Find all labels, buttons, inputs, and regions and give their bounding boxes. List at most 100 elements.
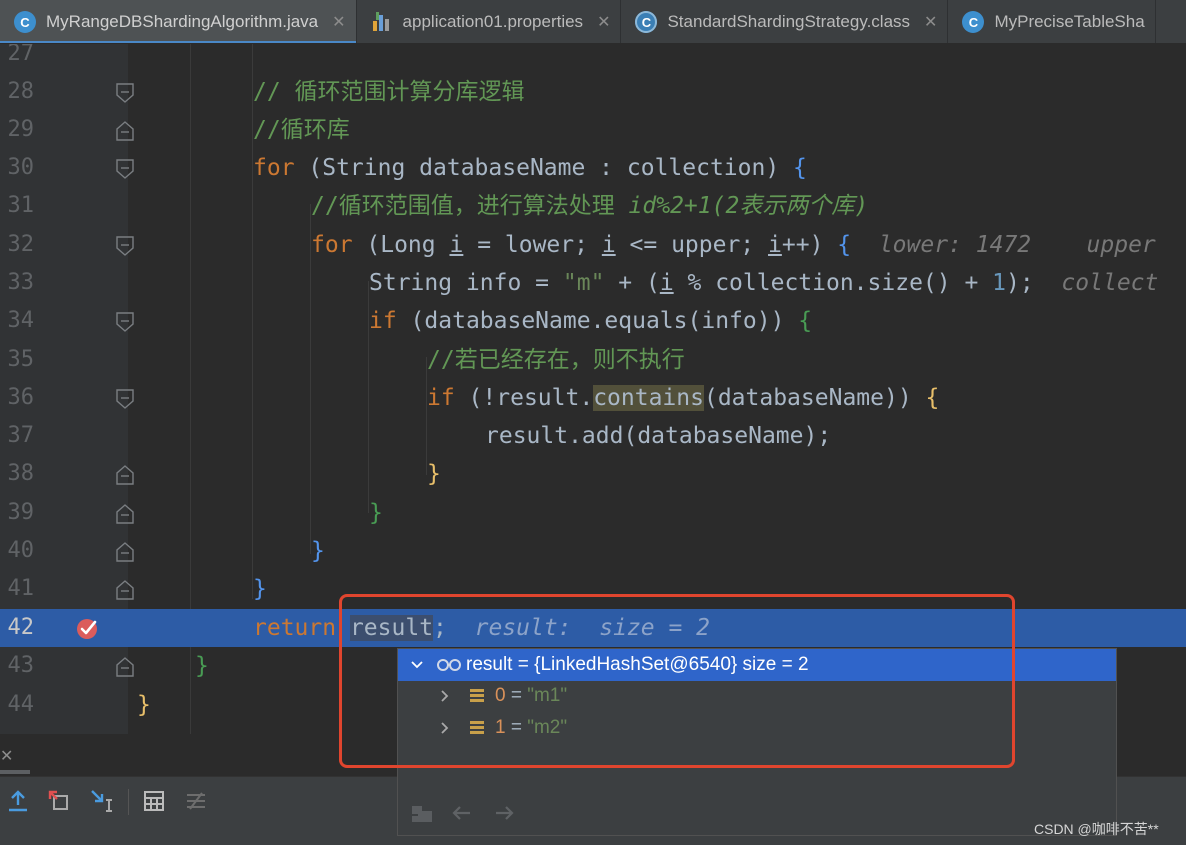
collection-entry: 1 = "m2" (495, 712, 567, 744)
code-editor[interactable]: 27 28 // 循环范围计算分库逻辑 29 //循环库 30 for (Str… (0, 44, 1186, 734)
keyword: for (253, 155, 295, 181)
fold-close-icon[interactable] (116, 121, 134, 141)
line-number: 39 (7, 500, 35, 525)
line-number: 41 (7, 576, 35, 601)
tab-label: MyPreciseTableSha (994, 12, 1145, 31)
fold-open-icon[interactable] (116, 159, 134, 179)
keyword: if (369, 308, 397, 334)
brace: { (925, 385, 940, 411)
entry-index: 1 (495, 717, 506, 738)
line-number: 28 (7, 79, 35, 104)
selected-variable[interactable]: result (349, 615, 434, 641)
close-icon[interactable]: ✕ (924, 12, 937, 32)
brace: } (253, 576, 267, 602)
code-text: (!result. (454, 385, 594, 411)
close-icon[interactable]: ✕ (332, 12, 345, 32)
code-text: + ( (604, 270, 660, 296)
tree-node-item[interactable]: 1 = "m2" (398, 712, 1116, 744)
line-number: 31 (7, 193, 35, 218)
variable-value: {LinkedHashSet@6540} (534, 654, 738, 675)
code-line: 37 result.add(databaseName); (0, 417, 1186, 455)
entry-value: "m2" (527, 717, 568, 738)
code-line: 28 // 循环范围计算分库逻辑 (0, 73, 1186, 111)
equals-sign: = (505, 685, 528, 706)
close-panel-icon[interactable]: ✕ (0, 746, 16, 766)
tab-my-precise-table-sharding[interactable]: C MyPreciseTableSha (948, 0, 1156, 43)
highlighted-method: contains (593, 385, 704, 411)
forward-arrow-icon[interactable] (492, 801, 516, 829)
breakpoint-hit-icon[interactable] (76, 616, 100, 640)
fold-open-icon[interactable] (116, 83, 134, 103)
loop-variable: i (768, 232, 782, 258)
evaluate-expression-icon[interactable] (138, 785, 170, 817)
code-line: 31 //循环范围值，进行算法处理 id%2+1(2表示两个库) (0, 187, 1186, 225)
fold-open-icon[interactable] (116, 236, 134, 256)
code-line: 27 (0, 44, 1186, 73)
fold-close-icon[interactable] (116, 465, 134, 485)
step-out-icon[interactable] (2, 785, 34, 817)
code-text: (String databaseName : collection) (294, 155, 794, 181)
fold-open-icon[interactable] (116, 312, 134, 332)
fold-close-icon[interactable] (116, 542, 134, 562)
line-number: 44 (7, 692, 35, 717)
class-file-icon: C (962, 11, 985, 33)
brace: { (837, 232, 852, 258)
line-number: 42 (7, 615, 35, 640)
variable-size: size = 2 (737, 654, 809, 675)
loop-variable: i (659, 270, 674, 296)
fold-close-icon[interactable] (116, 504, 134, 524)
equals-sign: = (505, 717, 528, 738)
fold-close-icon[interactable] (116, 657, 134, 677)
line-number: 43 (7, 653, 35, 678)
code-line: 33 String info = "m" + (i % collection.s… (0, 264, 1186, 302)
code-line: 39 } (0, 494, 1186, 532)
code-line: 29 //循环库 (0, 111, 1186, 149)
panel-resize-handle[interactable] (0, 770, 30, 774)
close-icon[interactable]: ✕ (597, 12, 610, 32)
code-text: ; (433, 615, 447, 641)
brace: } (195, 653, 209, 679)
tree-node-result[interactable]: result = {LinkedHashSet@6540} size = 2 (398, 649, 1116, 681)
keyword: if (427, 385, 455, 411)
tab-standard-sharding-strategy[interactable]: C StandardShardingStrategy.class ✕ (621, 0, 949, 43)
code-line: 38 } (0, 455, 1186, 493)
brace: } (427, 461, 441, 487)
tab-my-range-db-sharding-algorithm[interactable]: C MyRangeDBShardingAlgorithm.java ✕ (0, 0, 357, 43)
code-comment: //循环库 (253, 117, 350, 143)
code-text: (Long (352, 232, 450, 258)
entry-value: "m1" (527, 685, 568, 706)
drop-frame-icon[interactable] (44, 785, 76, 817)
code-text: <= upper; (615, 232, 769, 258)
execution-line: 42 return result; result: size = 2 (0, 609, 1186, 647)
fold-open-icon[interactable] (116, 389, 134, 409)
run-to-cursor-icon[interactable] (86, 785, 118, 817)
entry-index: 0 (495, 685, 506, 706)
variable-name: result (466, 654, 513, 675)
inline-debug-value: result: size = 2 (446, 615, 711, 641)
line-number: 40 (7, 538, 35, 563)
code-line: 40 } (0, 532, 1186, 570)
code-line: 30 for (String databaseName : collection… (0, 149, 1186, 187)
code-comment: id%2+1(2表示两个库) (628, 193, 869, 219)
back-arrow-icon[interactable] (450, 801, 474, 829)
code-comment: //循环范围值，进行算法处理 (311, 193, 629, 219)
debug-value-popup: result = {LinkedHashSet@6540} size = 2 0… (397, 648, 1117, 836)
trace-stream-icon[interactable] (180, 785, 212, 817)
fold-close-icon[interactable] (116, 580, 134, 600)
tab-label: MyRangeDBShardingAlgorithm.java (46, 12, 319, 31)
code-text: String info = (369, 270, 563, 296)
code-text: ); (1006, 270, 1034, 296)
loop-variable: i (449, 232, 464, 258)
chevron-right-icon[interactable] (438, 712, 454, 755)
line-number: 35 (7, 347, 35, 372)
code-comment: // 循环范围计算分库逻辑 (253, 79, 525, 105)
code-line: 34 if (databaseName.equals(info)) { (0, 302, 1186, 340)
string-literal: "m" (562, 270, 605, 296)
tab-application01-properties[interactable]: application01.properties ✕ (357, 0, 622, 43)
code-text: = lower; (463, 232, 602, 258)
brace: } (137, 692, 151, 718)
code-text: (databaseName)) (703, 385, 926, 411)
tree-node-item[interactable]: 0 = "m1" (398, 680, 1116, 712)
keyword: return (253, 615, 337, 641)
open-in-window-icon[interactable] (410, 801, 434, 829)
